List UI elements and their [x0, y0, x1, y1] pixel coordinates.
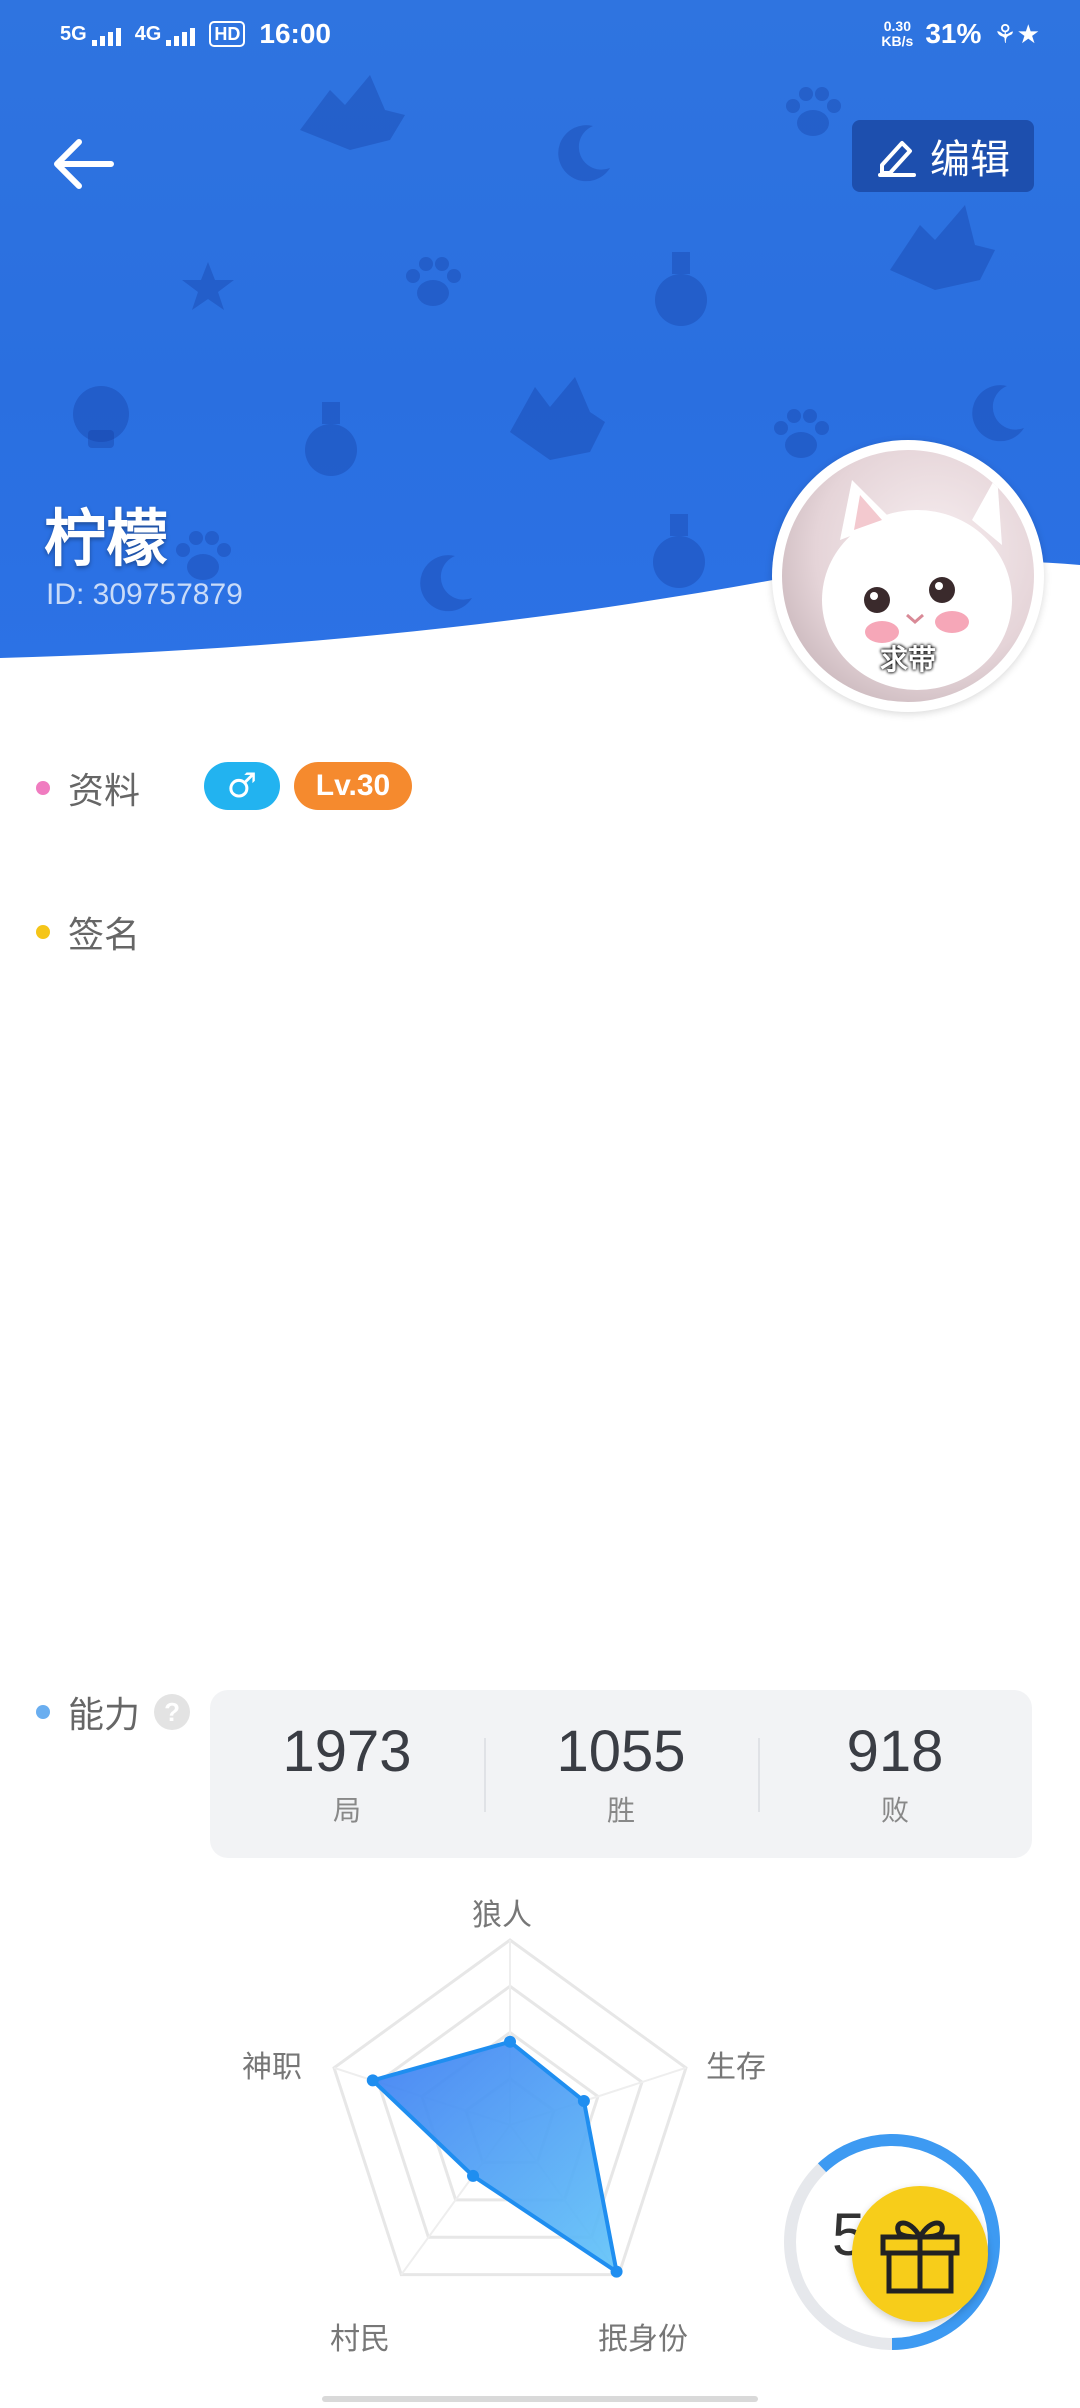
- radar-point: [366, 2074, 379, 2087]
- radar-label-villager: 村民: [330, 2322, 390, 2357]
- radar-point: [577, 2094, 590, 2107]
- ability-radar: 狼人 生存 抿身份 村民 神职: [200, 1890, 820, 2360]
- signature-dot: [36, 925, 50, 939]
- nickname: 柠檬: [44, 502, 169, 575]
- game-stats: 1973 局 1055 胜 918 败: [210, 1690, 1032, 1858]
- signal-4g-icon: 4G: [135, 23, 196, 46]
- radar-label-werewolf: 狼人: [472, 1898, 532, 1933]
- gender-badge: ♂: [204, 762, 280, 810]
- gift-icon: [880, 2220, 960, 2294]
- edit-button[interactable]: 编辑: [852, 120, 1034, 192]
- status-time: 16:00: [259, 18, 331, 49]
- radar-point: [467, 2169, 480, 2182]
- hd-voice-icon: HD: [209, 21, 246, 47]
- avatar[interactable]: 求带: [772, 440, 1044, 712]
- stat-games: 1973 局: [210, 1690, 484, 1858]
- profile-section-label: 资料: [36, 762, 140, 814]
- status-bar: 5G 4G HD 16:00 0.30 KB/s 31% ⚘★: [0, 0, 1080, 80]
- male-icon: ♂: [226, 766, 258, 806]
- user-id: ID: 309757879: [46, 578, 243, 611]
- stat-value: 1973: [282, 1719, 412, 1784]
- back-button[interactable]: [48, 128, 120, 200]
- pencil-icon: [878, 141, 916, 177]
- network-speed: 0.30 KB/s: [881, 18, 914, 49]
- stat-value: 1055: [556, 1719, 686, 1784]
- avatar-caption: 求带: [879, 643, 936, 676]
- ability-section-label: 能力 ?: [36, 1686, 191, 1738]
- help-icon[interactable]: ?: [154, 1694, 191, 1730]
- home-indicator[interactable]: [322, 2396, 758, 2402]
- radar-label-survival: 生存: [706, 2050, 766, 2085]
- edit-label: 编辑: [930, 137, 1010, 183]
- signature-section-label: 签名: [36, 906, 140, 958]
- radar-point: [504, 2035, 516, 2048]
- radar-label-identity: 抿身份: [598, 2322, 688, 2357]
- radar-label-god: 神职: [242, 2050, 302, 2085]
- battery-percent: 31%: [925, 18, 982, 49]
- stat-value: 918: [846, 1719, 944, 1784]
- arrow-left-icon: [54, 139, 114, 189]
- radar-chart: [332, 1938, 688, 2278]
- radar-point: [610, 2265, 623, 2278]
- stat-losses: 918 败: [758, 1690, 1032, 1858]
- profile-dot: [36, 781, 50, 795]
- notification-icons: ⚘★: [993, 18, 1040, 49]
- ability-dot: [36, 1705, 50, 1719]
- cat-photo: 求带: [782, 450, 1034, 702]
- stat-label: 败: [880, 1794, 909, 1827]
- signal-5g-icon: 5G: [60, 23, 121, 46]
- stat-label: 局: [332, 1794, 361, 1827]
- gift-button[interactable]: [852, 2186, 988, 2322]
- stat-label: 胜: [606, 1794, 635, 1827]
- level-badge: Lv.30: [294, 762, 412, 810]
- stat-wins: 1055 胜: [484, 1690, 758, 1858]
